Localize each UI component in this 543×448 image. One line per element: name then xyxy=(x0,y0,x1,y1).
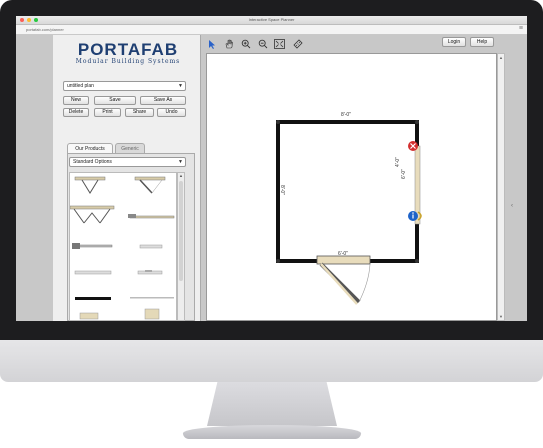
info-item-icon[interactable] xyxy=(408,211,418,221)
zoom-in-icon[interactable] xyxy=(240,38,251,49)
menu-icon[interactable]: ≡ xyxy=(519,25,523,32)
palette-item-window-small[interactable] xyxy=(139,244,163,249)
fit-screen-icon[interactable] xyxy=(274,38,285,49)
options-value: Standard Options xyxy=(73,159,112,165)
planner-app: PORTAFAB Modular Building Systems untitl… xyxy=(16,35,527,321)
scroll-up-icon[interactable]: ▲ xyxy=(178,173,184,178)
corner-node[interactable] xyxy=(276,259,280,263)
bottom-door-frame[interactable] xyxy=(316,255,371,265)
room-walls[interactable] xyxy=(276,120,419,263)
drawing-canvas[interactable]: 8'-0" 8'-0" 4'-0" 6'-0" 6'-0" xyxy=(206,53,497,321)
plan-name-select[interactable]: untitled plan ▼ xyxy=(63,81,186,91)
palette-scrollbar[interactable]: ▲ xyxy=(177,172,185,321)
portafab-logo: PORTAFAB Modular Building Systems xyxy=(63,41,193,66)
corner-node[interactable] xyxy=(415,259,419,263)
corner-node[interactable] xyxy=(276,120,280,124)
print-button[interactable]: Print xyxy=(94,108,121,117)
dimension-left: 8'-0" xyxy=(278,185,285,195)
options-select[interactable]: Standard Options ▼ xyxy=(69,157,186,167)
palette-item-double-door[interactable] xyxy=(69,205,115,224)
logo-tagline: Modular Building Systems xyxy=(75,58,181,65)
left-panel: PORTAFAB Modular Building Systems untitl… xyxy=(53,35,201,321)
url-text[interactable]: portafab.com/planner xyxy=(26,27,64,32)
door-leaf-fill xyxy=(320,263,358,305)
collapse-panel-icon[interactable]: ‹ xyxy=(511,203,513,209)
scroll-up-icon[interactable]: ▲ xyxy=(498,55,504,60)
product-palette-graphics xyxy=(69,176,175,320)
measure-ruler-icon[interactable] xyxy=(292,38,303,49)
save-as-button[interactable]: Save As xyxy=(140,96,186,105)
delete-button[interactable]: Delete xyxy=(63,108,89,117)
chevron-down-icon: ▼ xyxy=(178,83,183,89)
canvas-toolbar: Login Help xyxy=(202,35,502,53)
palette-item-sliding-door[interactable] xyxy=(128,214,175,219)
screen: Interactive Space Planner portafab.com/p… xyxy=(16,16,527,321)
chevron-down-icon: ▼ xyxy=(178,159,183,165)
right-collapse-strip: ‹ xyxy=(505,35,527,321)
palette-item-single-door-right[interactable] xyxy=(134,176,166,194)
help-button[interactable]: Help xyxy=(470,37,494,47)
new-button[interactable]: New xyxy=(63,96,89,105)
dimension-right-lower: 6'-0" xyxy=(400,169,407,179)
palette-item-vent[interactable] xyxy=(137,270,163,275)
undo-button[interactable]: Undo xyxy=(157,108,186,117)
palette-item-single-door-left[interactable] xyxy=(74,176,106,194)
scroll-down-icon[interactable]: ▼ xyxy=(498,314,504,319)
logo-wordmark: PORTAFAB xyxy=(77,40,179,59)
dimension-door: 6'-0" xyxy=(338,251,348,257)
login-button[interactable]: Login xyxy=(442,37,466,47)
palette-item-thin-panel[interactable] xyxy=(130,297,174,299)
monitor-stand-neck xyxy=(207,382,337,426)
select-arrow-icon[interactable] xyxy=(206,38,217,49)
window-title: Interactive Space Planner xyxy=(248,17,295,22)
zoom-out-icon[interactable] xyxy=(257,38,268,49)
monitor-chin xyxy=(0,340,543,382)
palette-item-desk[interactable] xyxy=(79,312,99,320)
plan-name-value: untitled plan xyxy=(67,83,94,89)
share-button[interactable]: Share xyxy=(125,108,154,117)
dimension-right: 4'-0" xyxy=(394,157,401,167)
product-palette xyxy=(69,172,177,321)
imac-mockup: Interactive Space Planner portafab.com/p… xyxy=(0,0,543,448)
scrollbar-thumb[interactable] xyxy=(179,181,183,281)
save-button[interactable]: Save xyxy=(94,96,136,105)
corner-node[interactable] xyxy=(415,120,419,124)
canvas-scrollbar[interactable]: ▲ ▼ xyxy=(497,53,505,321)
door-swing-arc xyxy=(358,263,371,303)
dimension-top: 8'-0" xyxy=(341,112,351,118)
address-bar[interactable]: portafab.com/planner ≡ xyxy=(16,25,527,35)
browser-titlebar: Interactive Space Planner xyxy=(16,16,527,25)
palette-item-window-large[interactable] xyxy=(74,270,112,275)
palette-item-solid-wall[interactable] xyxy=(75,297,111,300)
palette-item-cabinet[interactable] xyxy=(144,308,160,320)
palette-item-wall-switch[interactable] xyxy=(72,243,113,249)
floor-plan[interactable] xyxy=(207,54,498,321)
monitor-stand-foot xyxy=(183,425,361,439)
delete-item-icon[interactable] xyxy=(408,141,418,151)
pan-hand-icon[interactable] xyxy=(223,38,234,49)
